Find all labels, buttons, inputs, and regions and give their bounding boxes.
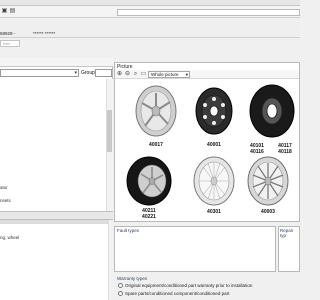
print-icon[interactable]: ▣ [1,8,8,15]
wheel-item[interactable]: 40101 40116 40117 40118 [242,82,300,155]
spoke-alloy-wheel-icon [247,156,289,206]
vehicle-select[interactable]: ****** ****** [33,31,55,36]
wheel-item[interactable]: 40211 40221 [121,155,177,221]
filter-dropdown[interactable]: ▾ [0,69,79,77]
alloy-wheel-icon [135,85,177,137]
part-number: 40001 [207,142,221,148]
steel-wheel-icon [195,87,233,135]
wheel-item[interactable]: 40003 [240,155,296,221]
print-picture-icon[interactable]: ▭ [140,71,147,78]
wheel-item[interactable]: 40001 [186,82,242,148]
wheel-item[interactable]: 40301 [186,155,242,221]
parts-tree[interactable]: ator nsets [0,79,106,211]
warranty-option-label: Original equipment/conditioned part warr… [125,283,253,288]
repair-types-label: Repair typ [280,228,294,238]
group-label: Group: [81,70,97,76]
part-number: 40017 [149,142,163,148]
chevron-down-icon[interactable]: ▾ [74,70,77,77]
selected-row[interactable] [0,220,108,224]
mesh-alloy-wheel-icon [193,156,235,206]
warranty-radio-spare[interactable] [118,291,123,296]
parts-tree-header [0,58,113,67]
tyre-icon [249,84,295,138]
tree-scrollbar-thumb[interactable] [107,110,112,152]
chevron-down-icon[interactable]: ▾ [186,72,188,77]
warranty-option-label: Spare parts/conditioned component/condit… [125,291,230,296]
warranty-radio-original[interactable] [118,283,123,288]
part-number: 40301 [207,209,221,215]
complete-wheel-icon [126,156,172,206]
zoom-fit-icon[interactable]: ⌕ [132,71,139,78]
operations-scrollbar[interactable] [108,220,113,300]
vehicle-code: 58929 - [0,31,16,36]
tree-item[interactable]: ator [0,185,8,190]
part-number: 40221 [142,214,156,220]
document-icon[interactable]: ▤ [9,8,16,15]
tree-item[interactable]: nsets [0,198,11,203]
zoom-in-icon[interactable]: ⊕ [116,71,123,78]
view-select[interactable]: Whole picture ▾ [148,71,190,78]
view-select-value: Whole picture [151,72,179,77]
search-input[interactable] [117,9,300,16]
group-input[interactable] [95,69,112,77]
operations-list: ng, wheel [0,220,113,300]
list-item[interactable]: ng, wheel [0,235,19,240]
part-number: 40003 [261,209,275,215]
picture-toolbar: ⊕ ⊖ ⌕ ▭ [115,70,299,79]
fault-types-label: Fault types [117,228,140,233]
panel-splitter[interactable] [0,211,113,220]
sub-selection-field[interactable]: ▪▪▪▪▪ [0,40,20,47]
warranty-types-label: Warranty types [117,276,148,281]
wheel-item[interactable]: 40017 [128,82,184,148]
zoom-out-icon[interactable]: ⊖ [124,71,131,78]
